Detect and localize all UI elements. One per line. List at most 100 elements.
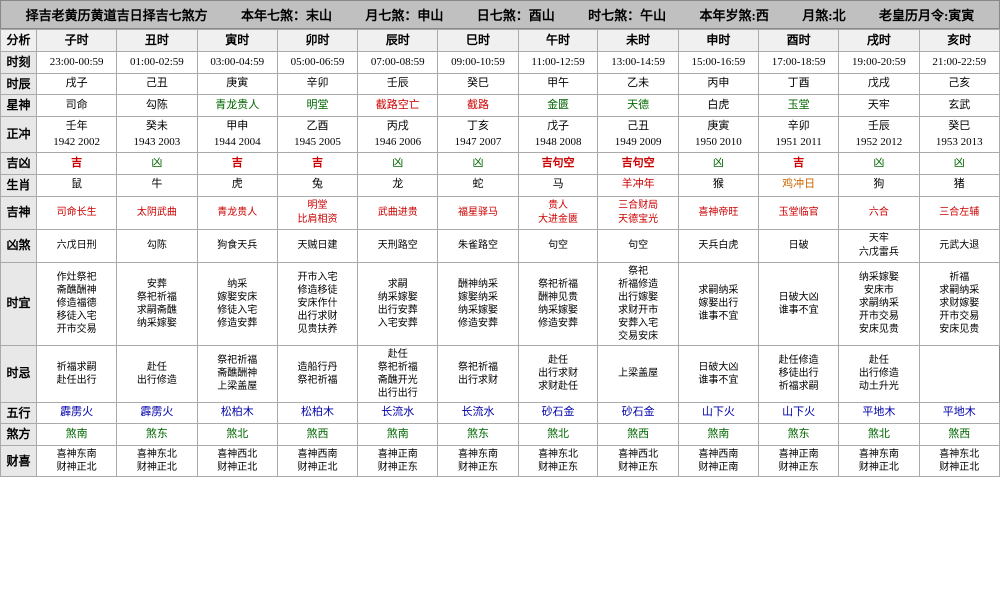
cell-12-2: 喜神西北 财神正北 [197,446,277,477]
col-xu: 戌时 [839,30,919,52]
cell-2-5: 截路 [438,95,518,117]
cell-0-7: 13:00-14:59 [598,51,678,73]
cell-3-2: 甲申 1944 2004 [197,117,277,153]
cell-11-4: 煞南 [358,424,438,446]
cell-10-10: 平地木 [839,402,919,424]
cell-8-0: 作灶祭祀 斋醮酬神 修造福德 移徒入宅 开市交易 [37,262,117,345]
cell-9-6: 赴任 出行求财 求财赴任 [518,345,598,402]
cell-5-11: 猪 [919,174,999,196]
cell-6-0: 司命长生 [37,196,117,229]
cell-9-10: 赴任 出行修造 动土升光 [839,345,919,402]
cell-11-2: 煞北 [197,424,277,446]
cell-10-8: 山下火 [678,402,758,424]
cell-1-5: 癸巳 [438,73,518,95]
cell-8-5: 酬神纳采 嫁娶纳采 纳采嫁娶 修造安葬 [438,262,518,345]
cell-3-8: 庚寅 1950 2010 [678,117,758,153]
cell-4-5: 凶 [438,152,518,174]
cell-6-8: 喜神帝旺 [678,196,758,229]
cell-9-9: 赴任修造 移徒出行 祈福求嗣 [759,345,839,402]
cell-6-7: 三合财局 天德宝光 [598,196,678,229]
cell-12-3: 喜神西南 财神正北 [277,446,357,477]
cell-10-3: 松柏木 [277,402,357,424]
col-zi: 子时 [37,30,117,52]
cell-5-1: 牛 [117,174,197,196]
header-item-3: 日七煞：酉山 [477,5,555,24]
cell-10-0: 霹雳火 [37,402,117,424]
cell-1-2: 庚寅 [197,73,277,95]
cell-8-7: 祭祀 祈福修造 出行嫁娶 求财开市 安葬入宅 交易安床 [598,262,678,345]
cell-11-6: 煞北 [518,424,598,446]
cell-12-4: 喜神正南 财神正东 [358,446,438,477]
cell-12-0: 喜神东南 财神正北 [37,446,117,477]
cell-11-10: 煞北 [839,424,919,446]
row-header-1: 时辰 [1,73,37,95]
cell-2-4: 截路空亡 [358,95,438,117]
cell-5-2: 虎 [197,174,277,196]
cell-12-6: 喜神东北 财神正东 [518,446,598,477]
cell-11-3: 煞西 [277,424,357,446]
cell-11-1: 煞东 [117,424,197,446]
cell-2-10: 天牢 [839,95,919,117]
cell-3-6: 戊子 1948 2008 [518,117,598,153]
cell-10-1: 霹雳火 [117,402,197,424]
cell-10-2: 松柏木 [197,402,277,424]
cell-3-1: 癸未 1943 2003 [117,117,197,153]
cell-2-6: 金匮 [518,95,598,117]
cell-2-2: 青龙贵人 [197,95,277,117]
cell-10-9: 山下火 [759,402,839,424]
cell-5-3: 兔 [277,174,357,196]
cell-8-10: 纳采嫁娶 安床市 求嗣纳采 开市交易 安床见贵 [839,262,919,345]
cell-0-8: 15:00-16:59 [678,51,758,73]
cell-11-5: 煞东 [438,424,518,446]
col-you: 酉时 [759,30,839,52]
col-hai: 亥时 [919,30,999,52]
cell-7-0: 六戊日刑 [37,229,117,262]
cell-9-7: 上梁盖屋 [598,345,678,402]
cell-0-10: 19:00-20:59 [839,51,919,73]
cell-7-9: 日破 [759,229,839,262]
cell-9-1: 赴任 出行修造 [117,345,197,402]
cell-12-8: 喜神西南 财神正南 [678,446,758,477]
cell-3-11: 癸巳 1953 2013 [919,117,999,153]
cell-7-5: 朱雀路空 [438,229,518,262]
cell-12-11: 喜神东北 财神正北 [919,446,999,477]
cell-4-8: 凶 [678,152,758,174]
cell-5-4: 龙 [358,174,438,196]
col-mao: 卯时 [277,30,357,52]
cell-0-1: 01:00-02:59 [117,51,197,73]
cell-1-7: 乙未 [598,73,678,95]
col-chou: 丑时 [117,30,197,52]
cell-11-11: 煞西 [919,424,999,446]
cell-9-2: 祭祀祈福 斋醮酬神 上梁盖屋 [197,345,277,402]
cell-3-4: 丙戌 1946 2006 [358,117,438,153]
cell-12-7: 喜神西北 财神正东 [598,446,678,477]
cell-6-5: 福星驿马 [438,196,518,229]
cell-11-9: 煞东 [759,424,839,446]
cell-1-8: 丙申 [678,73,758,95]
header-item-5: 本年岁煞:西 [700,5,769,24]
cell-12-5: 喜神东南 财神正东 [438,446,518,477]
cell-5-10: 狗 [839,174,919,196]
cell-7-7: 句空 [598,229,678,262]
cell-4-6: 吉句空 [518,152,598,174]
cell-8-4: 求嗣 纳采嫁娶 出行安葬 入宅安葬 [358,262,438,345]
cell-11-8: 煞南 [678,424,758,446]
header-bar: 择吉老黄历黄道吉日择吉七煞方 本年七煞：末山 月七煞：申山 日七煞：酉山 时七煞… [0,0,1000,29]
cell-4-7: 吉句空 [598,152,678,174]
cell-5-0: 鼠 [37,174,117,196]
cell-8-1: 安葬 祭祀祈福 求嗣斋醮 纳采嫁娶 [117,262,197,345]
cell-4-2: 吉 [197,152,277,174]
cell-10-5: 长流水 [438,402,518,424]
cell-6-3: 明堂 比肩相资 [277,196,357,229]
cell-9-3: 造船行丹 祭祀祈福 [277,345,357,402]
cell-4-4: 凶 [358,152,438,174]
cell-1-10: 戊戌 [839,73,919,95]
main-table: 分析 子时 丑时 寅时 卯时 辰时 巳时 午时 未时 申时 酉时 戌时 亥时 时… [0,29,1000,477]
cell-1-4: 壬辰 [358,73,438,95]
row-header-12: 财喜 [1,446,37,477]
col-wu: 午时 [518,30,598,52]
cell-2-1: 勾陈 [117,95,197,117]
cell-9-0: 祈福求嗣 赴任出行 [37,345,117,402]
cell-6-2: 青龙贵人 [197,196,277,229]
cell-2-0: 司命 [37,95,117,117]
